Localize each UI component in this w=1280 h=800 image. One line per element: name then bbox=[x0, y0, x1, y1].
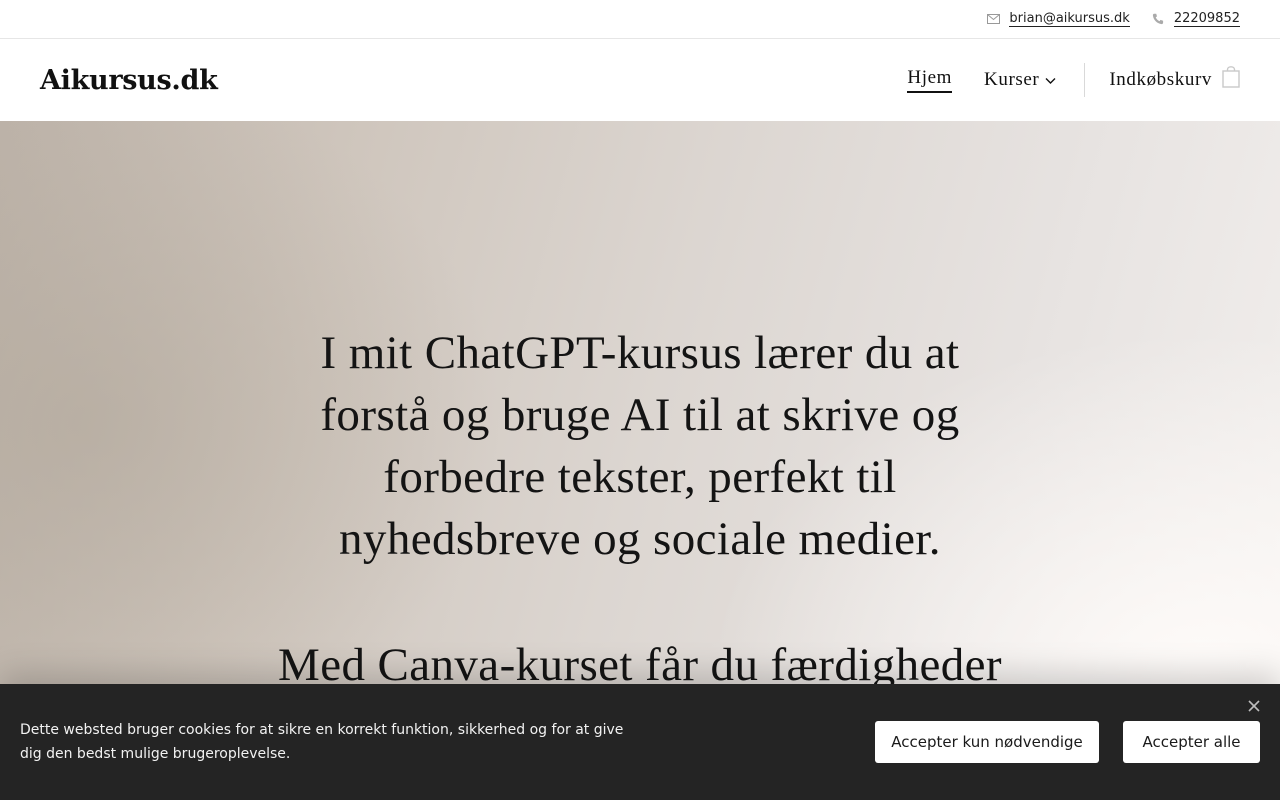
nav-item-home[interactable]: Hjem bbox=[907, 67, 953, 93]
nav-courses-label: Kurser bbox=[984, 69, 1040, 90]
phone-icon bbox=[1152, 13, 1165, 26]
chevron-down-icon bbox=[1045, 69, 1056, 91]
main-nav: Hjem Kurser Indkøbskurv bbox=[875, 39, 1240, 121]
cookie-message: Dette websted bruger cookies for at sikr… bbox=[20, 722, 624, 762]
site-logo[interactable]: Aikursus.dk bbox=[40, 65, 218, 96]
shopping-bag-icon bbox=[1222, 66, 1240, 94]
phone-contact: 22209852 bbox=[1152, 11, 1240, 27]
accept-all-button[interactable]: Accepter alle bbox=[1123, 721, 1260, 763]
contact-bar: brian@aikursus.dk 22209852 bbox=[0, 0, 1280, 39]
site-header: Aikursus.dk Hjem Kurser Indkøbskurv bbox=[0, 39, 1280, 121]
mail-icon bbox=[987, 13, 1001, 26]
nav-home-label: Hjem bbox=[907, 67, 953, 93]
nav-item-courses[interactable]: Kurser bbox=[984, 69, 1056, 91]
close-icon[interactable] bbox=[1246, 698, 1262, 714]
email-contact: brian@aikursus.dk bbox=[987, 11, 1130, 27]
accept-necessary-button[interactable]: Accepter kun nødvendige bbox=[875, 721, 1099, 763]
hero-paragraph-chatgpt: I mit ChatGPT-kursus lærer du at forstå … bbox=[320, 327, 960, 565]
cookie-banner: Dette websted bruger cookies for at sikr… bbox=[0, 684, 1280, 800]
nav-cart-label: Indkøbskurv bbox=[1109, 69, 1212, 90]
email-link[interactable]: brian@aikursus.dk bbox=[1009, 11, 1130, 27]
phone-link[interactable]: 22209852 bbox=[1173, 11, 1240, 27]
nav-item-cart[interactable]: Indkøbskurv bbox=[1109, 66, 1240, 94]
nav-divider bbox=[1084, 63, 1086, 97]
